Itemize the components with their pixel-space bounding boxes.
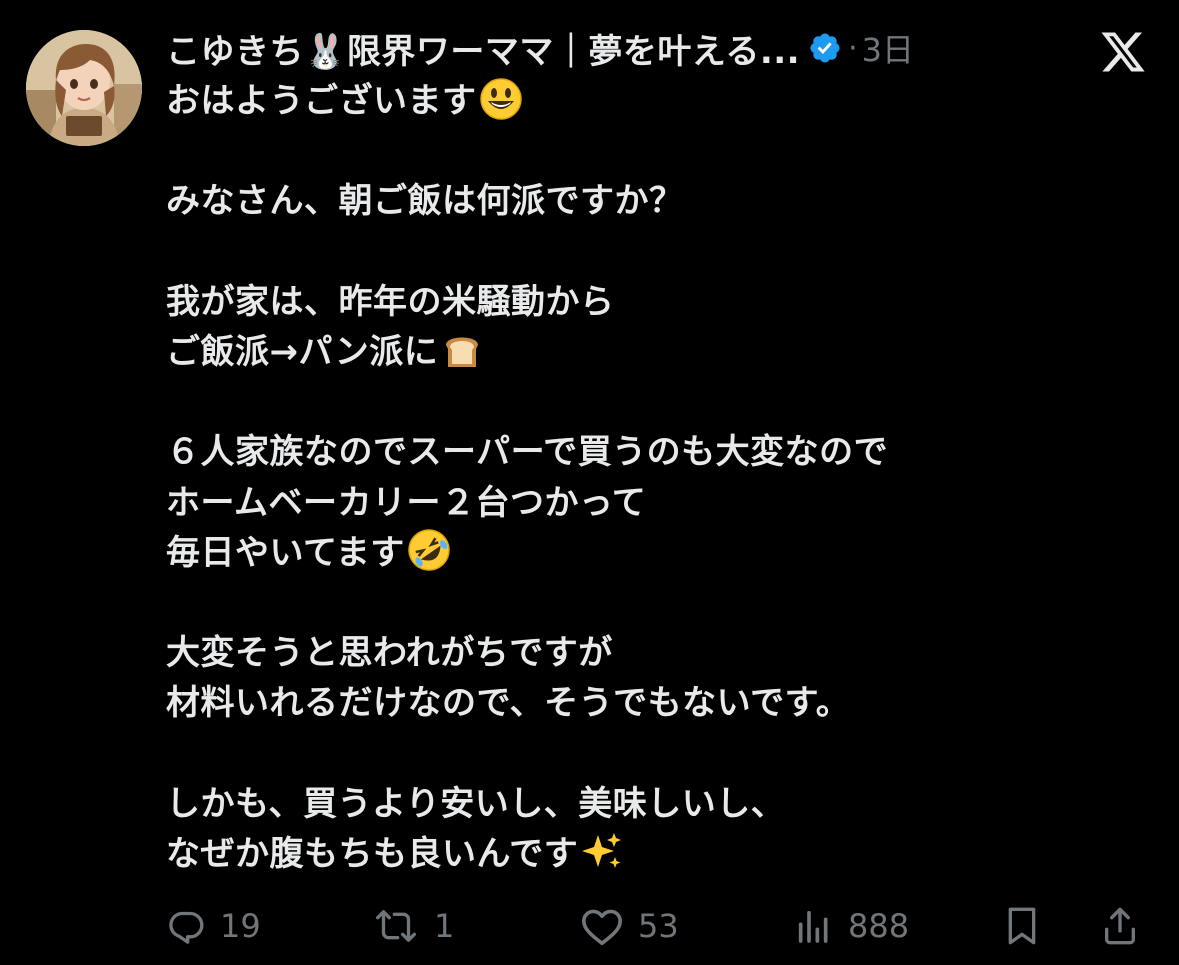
reply-icon [166, 906, 206, 946]
post-text: おはようございます みなさん、朝ご飯は何派ですか？ 我が家は、昨年の米騒動から … [166, 76, 1126, 879]
post-text-line [166, 377, 1126, 427]
post-text-line: おはようございます [166, 76, 1126, 126]
post-time[interactable]: 3日 [862, 25, 914, 71]
post-text-line: 毎日やいてます [166, 528, 1126, 578]
grinning-face-emoji [479, 77, 523, 121]
post-text-line: 大変そうと思われがちですが [166, 633, 613, 674]
share-button[interactable] [1100, 898, 1140, 954]
views-button[interactable]: 888 [794, 898, 909, 954]
views-count: 888 [848, 907, 910, 945]
sparkles-emoji [580, 829, 624, 873]
post-text-line: ６人家族なのでスーパーで買うのも大変なので [166, 432, 889, 473]
post-text-line: みなさん、朝ご飯は何派ですか？ [166, 181, 684, 222]
post-text-line: ご飯派→パン派に [166, 327, 1126, 377]
bookmark-button[interactable] [1002, 898, 1042, 954]
repost-count: 1 [434, 907, 455, 945]
rolling-on-floor-laughing-emoji [407, 528, 451, 572]
reply-count: 19 [220, 907, 261, 945]
post-text-line: しかも、買うより安いし、美味しいし、 [166, 783, 786, 824]
bookmark-icon [1002, 904, 1042, 948]
like-button[interactable]: 53 [580, 898, 679, 954]
post-action-bar: 19 1 53 888 [166, 898, 1156, 954]
post-text-line [166, 227, 1126, 277]
verified-badge-icon[interactable] [808, 31, 842, 65]
repost-icon [372, 906, 420, 946]
post-text-line [166, 728, 1126, 778]
author-avatar[interactable] [26, 30, 142, 146]
like-count: 53 [638, 907, 679, 945]
share-icon [1100, 904, 1140, 948]
author-display-name[interactable]: こゆきち🐰限界ワーママ｜夢を叶える... [166, 24, 800, 73]
post-header: こゆきち🐰限界ワーママ｜夢を叶える... · 3日 [166, 24, 914, 72]
post-text-line: ホームベーカリー２台つかって [166, 482, 647, 523]
post-text-line: 我が家は、昨年の米騒動から [166, 281, 615, 322]
bread-emoji [440, 327, 484, 371]
x-logo-icon[interactable] [1098, 28, 1148, 76]
views-chart-icon [794, 906, 834, 946]
separator-dot: · [848, 30, 858, 66]
reply-button[interactable]: 19 [166, 898, 261, 954]
post-text-line [166, 126, 1126, 176]
post-text-line: 材料いれるだけなので、そうでもないです。 [166, 683, 851, 724]
post-text-line [166, 578, 1126, 628]
heart-icon [580, 906, 624, 946]
repost-button[interactable]: 1 [372, 898, 454, 954]
post-text-line: なぜか腹もちも良いんです [166, 829, 1126, 879]
